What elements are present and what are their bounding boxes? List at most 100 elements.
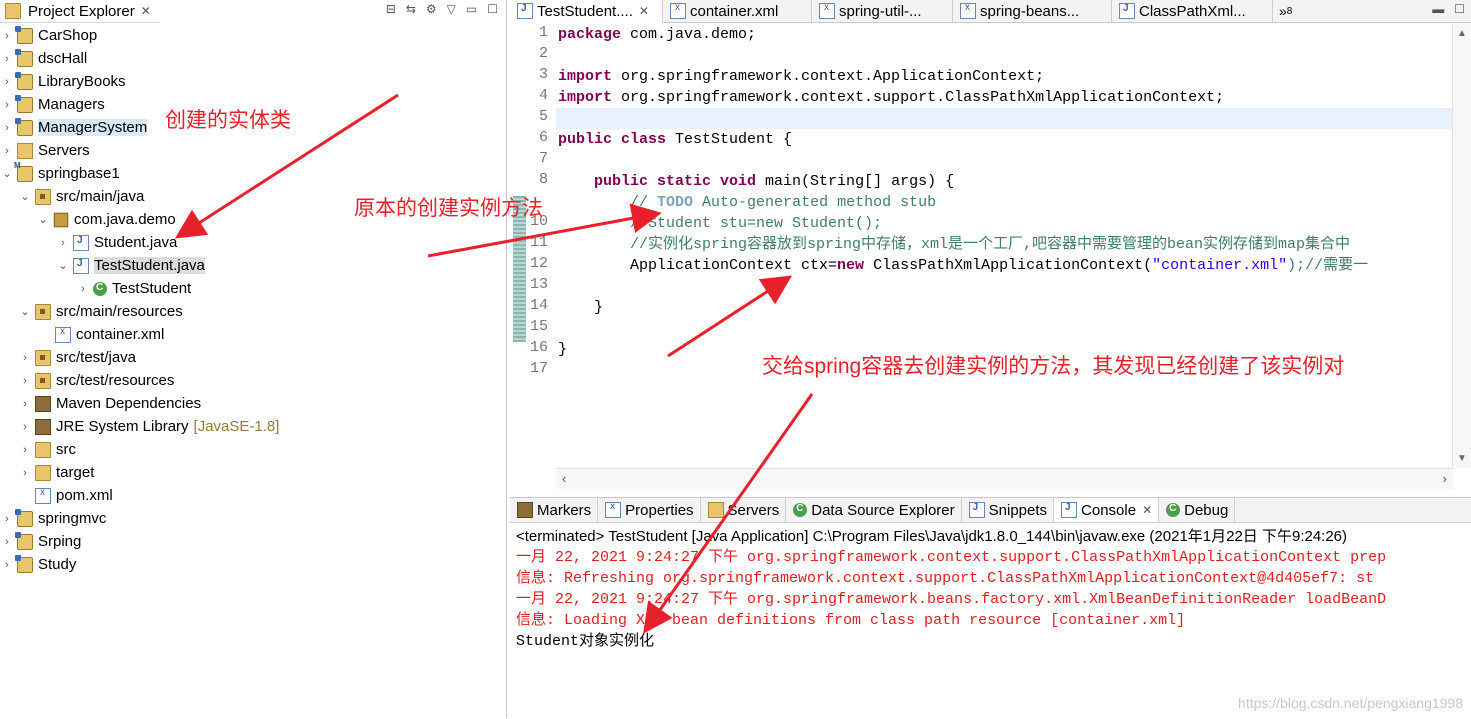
close-icon[interactable]: ✕ — [1142, 503, 1152, 517]
tree-item-label: Maven Dependencies — [56, 395, 202, 412]
scroll-right-icon[interactable]: › — [1443, 471, 1447, 486]
tree-item-teststudent-class[interactable]: › TestStudent — [76, 277, 191, 300]
expand-arrow-icon[interactable]: › — [0, 513, 14, 525]
tab-debug[interactable]: Debug — [1159, 498, 1236, 522]
code-line: // TODO Auto-generated method stub — [558, 194, 937, 211]
tree-item-pom-xml[interactable]: pom.xml — [18, 484, 113, 507]
tree-item-carshop[interactable]: › CarShop — [0, 24, 97, 47]
code-line: } — [558, 299, 604, 316]
collapse-arrow-icon[interactable]: ⌄ — [56, 259, 70, 272]
tab-container-xml[interactable]: container.xml — [663, 0, 812, 22]
vertical-scrollbar[interactable]: ▲ ▼ — [1452, 24, 1471, 468]
tab-overflow-button[interactable]: » 8 — [1273, 0, 1292, 22]
tab-project-explorer[interactable]: Project Explorer ✕ — [0, 0, 160, 23]
tree-item-src[interactable]: › src — [18, 438, 76, 461]
line-number: 2 — [538, 45, 548, 62]
tree-item-label: Managers — [38, 96, 105, 113]
project-icon — [15, 117, 33, 136]
view-menu-icon[interactable]: ▽ — [447, 2, 456, 16]
tab-servers[interactable]: Servers — [701, 498, 787, 522]
overflow-count: 8 — [1286, 5, 1293, 17]
tree-item-managers[interactable]: › Managers — [0, 93, 105, 116]
tree-item-srping[interactable]: › Srping — [0, 530, 81, 553]
tree-item-servers[interactable]: › Servers — [0, 139, 90, 162]
tab-console[interactable]: Console ✕ — [1054, 498, 1160, 522]
expand-arrow-icon[interactable]: › — [18, 421, 32, 433]
expand-arrow-icon[interactable]: › — [0, 536, 14, 548]
scroll-left-icon[interactable]: ‹ — [562, 471, 566, 486]
tab-data-source-explorer[interactable]: Data Source Explorer — [786, 498, 962, 522]
tab-label: Project Explorer — [28, 2, 135, 20]
tree-item-study[interactable]: › Study — [0, 553, 76, 576]
collapse-arrow-icon[interactable]: ⌄ — [36, 213, 50, 226]
expand-arrow-icon[interactable]: › — [76, 283, 90, 295]
tree-item-src-main-resources[interactable]: ⌄ src/main/resources — [18, 300, 182, 323]
expand-arrow-icon[interactable]: › — [18, 398, 32, 410]
class-icon — [93, 281, 107, 296]
tree-item-springbase1[interactable]: ⌄ springbase1 — [0, 161, 119, 185]
maximize-icon[interactable]: ☐ — [487, 2, 498, 16]
collapse-arrow-icon[interactable]: ⌄ — [18, 190, 32, 203]
annotation-spring-method: 交给spring容器去创建实例的方法，其发现已经创建了该实例对 — [762, 355, 1345, 378]
tree-item-src-main-java[interactable]: ⌄ src/main/java — [18, 185, 144, 208]
xml-file-icon — [960, 2, 976, 19]
expand-arrow-icon[interactable]: › — [0, 99, 14, 111]
expand-arrow-icon[interactable]: › — [56, 237, 70, 249]
code-line: //Student stu=new Student(); — [558, 215, 883, 232]
expand-arrow-icon[interactable]: › — [18, 375, 32, 387]
tab-teststudent-java[interactable]: TestStudent.... ✕ — [510, 0, 663, 24]
expand-arrow-icon[interactable]: › — [0, 30, 14, 42]
line-number: 4 — [538, 87, 548, 104]
tree-item-com-java-demo[interactable]: ⌄ com.java.demo — [36, 208, 175, 231]
horizontal-scrollbar[interactable]: ‹ › — [556, 468, 1453, 489]
expand-arrow-icon[interactable]: › — [18, 467, 32, 479]
tree-item-label: Servers — [38, 142, 90, 159]
tree-item-student-java[interactable]: › Student.java — [56, 231, 177, 254]
tab-spring-beans[interactable]: spring-beans... — [953, 0, 1112, 22]
minimize-icon[interactable]: ▬ — [1432, 2, 1444, 16]
tab-spring-util[interactable]: spring-util-... — [812, 0, 953, 22]
xml-file-icon — [55, 326, 71, 343]
tree-item-container-xml[interactable]: container.xml — [38, 323, 164, 346]
expand-arrow-icon[interactable]: › — [18, 444, 32, 456]
tree-item-label: pom.xml — [56, 487, 113, 504]
line-number: 5 — [538, 108, 548, 125]
maximize-icon[interactable]: ☐ — [1454, 2, 1465, 16]
tab-properties[interactable]: Properties — [598, 498, 701, 522]
tree-item-springmvc[interactable]: › springmvc — [0, 507, 106, 530]
tab-classpathxml[interactable]: ClassPathXml... — [1112, 0, 1273, 22]
expand-arrow-icon[interactable]: › — [18, 352, 32, 364]
code-area[interactable]: package com.java.demo; import org.spring… — [558, 24, 1453, 468]
scroll-down-icon[interactable]: ▼ — [1457, 453, 1467, 464]
tree-item-librarybooks[interactable]: › LibraryBooks — [0, 70, 126, 93]
close-icon[interactable]: ✕ — [141, 4, 151, 18]
tree-item-target[interactable]: › target — [18, 461, 94, 484]
scroll-up-icon[interactable]: ▲ — [1457, 28, 1467, 39]
minimize-icon[interactable]: ▭ — [466, 2, 477, 16]
tree-item-teststudent-java[interactable]: ⌄ TestStudent.java — [56, 254, 205, 277]
tree-item-managersystem[interactable]: › ManagerSystem — [0, 116, 148, 139]
tab-label: Console — [1081, 501, 1137, 519]
console-process-header: <terminated> TestStudent [Java Applicati… — [516, 528, 1348, 545]
tree-item-src-test-java[interactable]: › src/test/java — [18, 346, 136, 369]
console-output[interactable]: 一月 22, 2021 9:24:27 下午 org.springframewo… — [516, 547, 1471, 652]
collapse-all-icon[interactable]: ⊟ — [386, 2, 396, 16]
tab-snippets[interactable]: Snippets — [962, 498, 1055, 522]
tree-item-src-test-resources[interactable]: › src/test/resources — [18, 369, 174, 392]
tree-item-jre-system-library[interactable]: › JRE System Library [JavaSE-1.8] — [18, 415, 279, 438]
expand-arrow-icon[interactable]: › — [0, 76, 14, 88]
close-icon[interactable]: ✕ — [639, 4, 649, 18]
tab-label: Servers — [727, 501, 780, 519]
expand-arrow-icon[interactable]: › — [0, 559, 14, 571]
tree-item-maven-dependencies[interactable]: › Maven Dependencies — [18, 392, 201, 415]
expand-arrow-icon[interactable]: › — [0, 53, 14, 65]
link-editor-icon[interactable]: ⇆ — [406, 2, 416, 16]
expand-arrow-icon[interactable]: › — [0, 122, 14, 134]
tab-markers[interactable]: Markers — [510, 498, 599, 522]
console-line: 信息: Loading XML bean definitions from cl… — [516, 612, 1186, 629]
collapse-arrow-icon[interactable]: ⌄ — [0, 167, 14, 180]
expand-arrow-icon[interactable]: › — [0, 145, 14, 157]
collapse-arrow-icon[interactable]: ⌄ — [18, 305, 32, 318]
focus-icon[interactable]: ⚙ — [426, 2, 437, 16]
tree-item-dschall[interactable]: › dscHall — [0, 47, 87, 70]
